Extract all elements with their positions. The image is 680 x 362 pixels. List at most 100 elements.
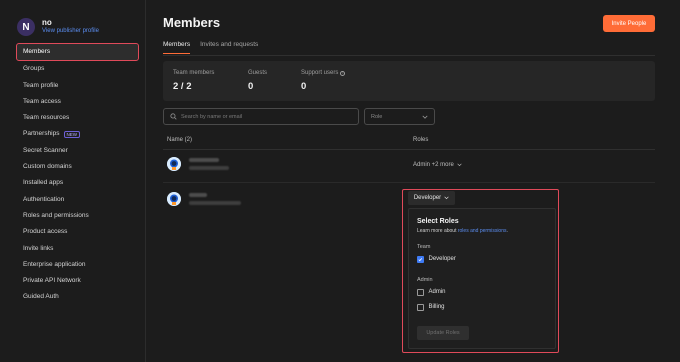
roles-column-header: Roles [413, 137, 429, 143]
stat-guests: Guests 0 [248, 70, 267, 92]
row-divider [163, 182, 655, 183]
sidebar-item-invite-links[interactable]: Invite links [17, 241, 138, 257]
admin-option[interactable]: Admin [417, 289, 446, 296]
billing-option-label: Billing [428, 304, 445, 311]
sidebar-item-custom-domains[interactable]: Custom domains [17, 159, 138, 175]
tab-members[interactable]: Members [163, 41, 191, 54]
search-icon [170, 113, 177, 120]
user-avatar [167, 157, 181, 171]
sidebar-item-team-profile[interactable]: Team profile [17, 78, 138, 94]
stats-panel: Team members 2 / 2 Guests 0 Support user… [163, 61, 655, 101]
update-roles-button[interactable]: Update Roles [417, 326, 469, 340]
workspace-name: no [42, 18, 52, 27]
sidebar-item-label: Team resources [23, 114, 70, 122]
user-avatar [167, 192, 181, 206]
tab-bar: Members Invites and requests [163, 41, 268, 54]
redacted-name [189, 158, 219, 162]
tabs-divider [163, 55, 655, 56]
workspace-avatar[interactable]: N [17, 18, 35, 36]
sidebar-item-label: Private API Network [23, 277, 81, 285]
sidebar-item-label: Guided Auth [23, 293, 59, 301]
table-header-divider [163, 149, 655, 150]
chevron-down-icon [457, 163, 462, 167]
sidebar-item-label: Enterprise application [23, 260, 86, 268]
app: N no View publisher profile Members Grou… [0, 0, 680, 362]
sidebar-item-authentication[interactable]: Authentication [17, 192, 138, 208]
sidebar-item-label: Members [23, 48, 51, 55]
chevron-down-icon [444, 196, 449, 200]
roles-dropdown[interactable]: Admin +2 more [413, 162, 462, 168]
sidebar-item-label: Groups [23, 65, 45, 73]
stat-label: Guests [248, 70, 268, 76]
search-box[interactable] [163, 108, 359, 125]
sidebar-item-label: Product access [23, 228, 68, 236]
stat-support-users: Support users i 0 [301, 70, 346, 92]
sidebar-item-label: Installed apps [23, 179, 64, 187]
sidebar-item-members[interactable]: Members [16, 42, 139, 62]
roles-value: Admin +2 more [413, 162, 454, 168]
invite-people-button[interactable]: Invite People [603, 15, 655, 32]
popover-subtitle: Learn more about roles and permissions. [417, 228, 508, 234]
astronaut-avatar-icon [167, 192, 181, 206]
select-roles-popover: Select Roles Learn more about roles and … [408, 208, 556, 349]
sidebar-item-installed-apps[interactable]: Installed apps [17, 175, 138, 191]
sidebar-item-product-access[interactable]: Product access [17, 224, 138, 240]
sidebar-item-label: Roles and permissions [23, 211, 89, 219]
new-badge: NEW [63, 131, 80, 139]
stat-value: 0 [248, 81, 254, 92]
redacted-email [189, 166, 229, 170]
workspace-text: no View publisher profile [42, 18, 99, 36]
popover-subtitle-suffix: . [506, 228, 508, 234]
admin-option-label: Admin [428, 289, 446, 296]
stat-label-text: Support users [301, 70, 339, 76]
admin-checkbox[interactable] [417, 289, 424, 296]
sidebar-item-team-resources[interactable]: Team resources [17, 110, 138, 126]
sidebar: N no View publisher profile Members Grou… [0, 0, 146, 362]
sidebar-item-label: Team profile [23, 81, 59, 89]
info-icon[interactable]: i [340, 70, 346, 76]
redacted-email [189, 201, 241, 205]
sidebar-item-label: Secret Scanner [23, 146, 68, 154]
tab-invites-and-requests[interactable]: Invites and requests [200, 41, 258, 54]
popover-subtitle-text: Learn more about [417, 228, 458, 234]
chevron-down-icon [422, 115, 428, 119]
search-input[interactable] [181, 113, 351, 120]
role-filter-placeholder: Role [371, 113, 383, 120]
stat-value: 2 / 2 [173, 81, 192, 92]
redacted-name [189, 193, 207, 197]
astronaut-avatar-icon [167, 157, 181, 171]
main-content: Members Invite People Members Invites an… [147, 0, 680, 362]
page-title: Members [163, 15, 221, 30]
roles-and-permissions-link[interactable]: roles and permissions [458, 228, 507, 234]
billing-option[interactable]: Billing [417, 304, 445, 311]
billing-checkbox[interactable] [417, 304, 424, 311]
workspace-header[interactable]: N no View publisher profile [17, 18, 99, 36]
developer-option[interactable]: Developer [417, 256, 456, 263]
sidebar-nav: Members Groups Team profile Team access … [16, 42, 139, 306]
checkmark-icon [418, 257, 423, 261]
team-group-label: Team [417, 244, 431, 250]
role-filter-select[interactable]: Role [364, 108, 435, 125]
sidebar-item-enterprise-application[interactable]: Enterprise application [17, 257, 138, 273]
sidebar-item-groups[interactable]: Groups [17, 61, 138, 77]
sidebar-item-team-access[interactable]: Team access [17, 94, 138, 110]
stat-label: Team members [173, 70, 215, 76]
sidebar-item-private-api-network[interactable]: Private API Network [17, 273, 138, 289]
sidebar-item-label: Custom domains [23, 163, 72, 171]
sidebar-item-label: Authentication [23, 195, 65, 203]
stat-value: 0 [301, 81, 307, 92]
role-dropdown-trigger[interactable]: Developer [408, 191, 455, 205]
sidebar-item-roles-and-permissions[interactable]: Roles and permissions [17, 208, 138, 224]
popover-title: Select Roles [417, 218, 459, 225]
stat-label: Support users i [301, 70, 346, 76]
developer-checkbox[interactable] [417, 256, 424, 263]
name-column-header: Name (2) [167, 137, 193, 143]
sidebar-item-label: Partnerships [23, 130, 60, 138]
sidebar-item-secret-scanner[interactable]: Secret Scanner [17, 143, 138, 159]
sidebar-item-partnerships[interactable]: Partnerships NEW [17, 126, 138, 142]
sidebar-item-guided-auth[interactable]: Guided Auth [17, 289, 138, 305]
admin-group-label: Admin [417, 277, 433, 283]
developer-label: Developer [428, 256, 456, 263]
view-publisher-profile-link[interactable]: View publisher profile [42, 27, 99, 36]
stat-team-members: Team members 2 / 2 [173, 70, 214, 92]
